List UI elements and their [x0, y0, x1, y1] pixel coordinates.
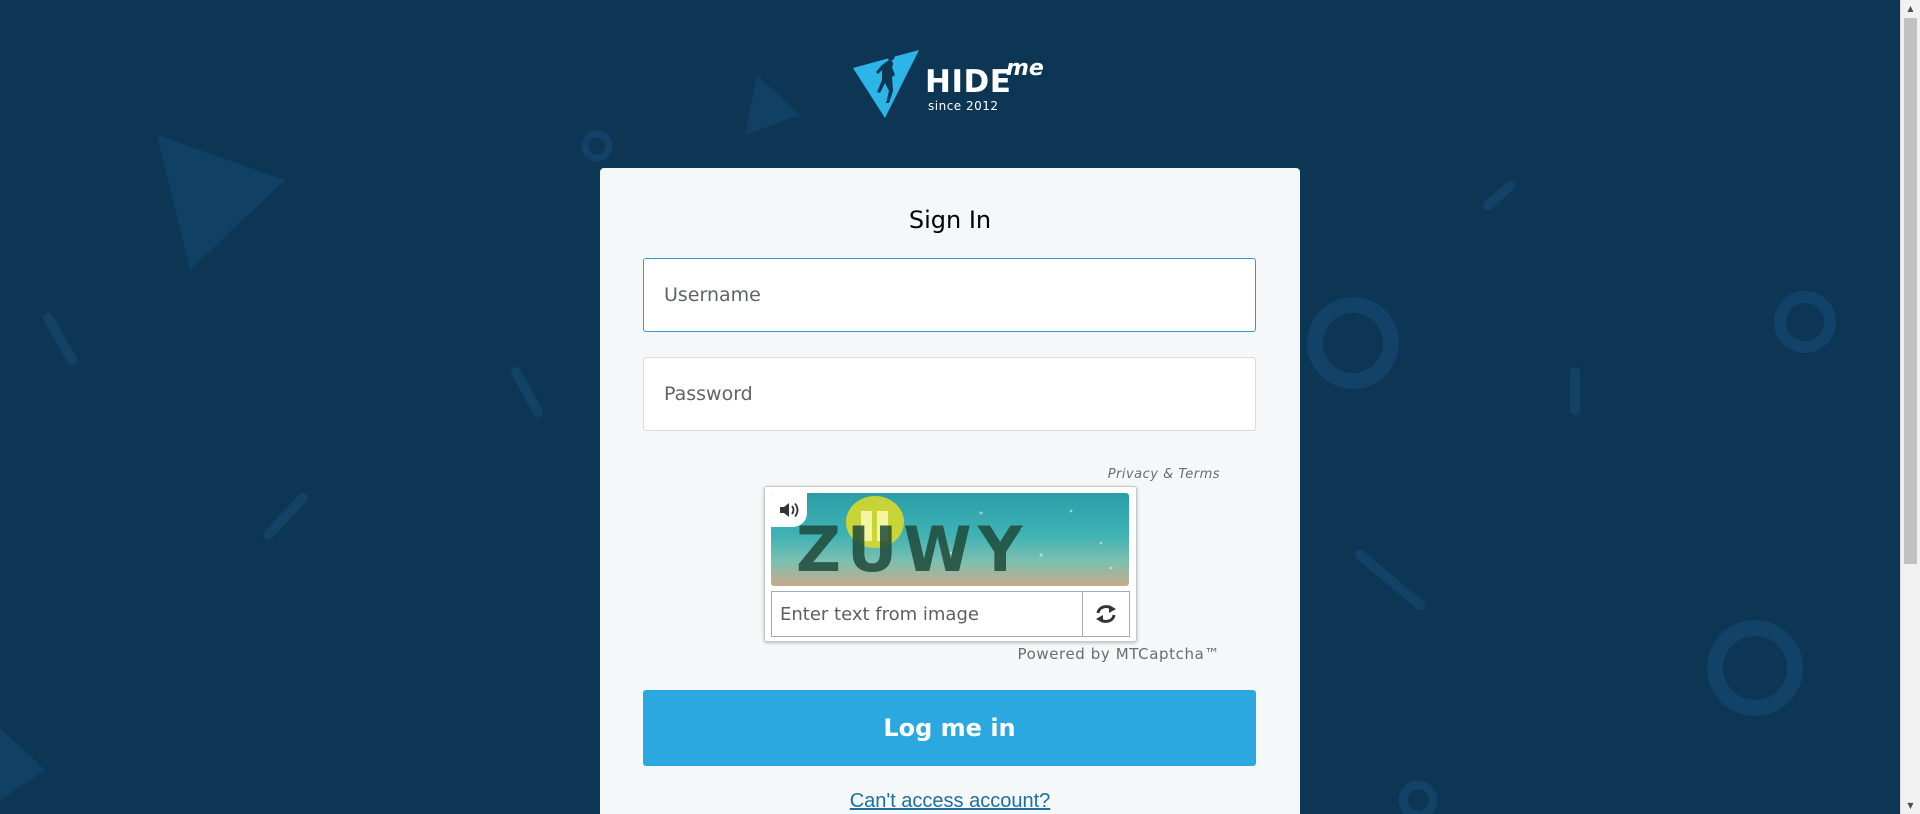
password-input[interactable]	[643, 357, 1256, 431]
logo-me-script: me	[1006, 56, 1044, 81]
scroll-down-arrow-icon[interactable]: ▼	[1901, 797, 1920, 814]
captcha-audio-button[interactable]	[771, 493, 807, 527]
cant-access-account-link[interactable]: Can't access account?	[600, 790, 1300, 813]
scroll-up-arrow-icon[interactable]: ▲	[1901, 0, 1920, 17]
speaker-icon	[780, 502, 799, 518]
page-title: Sign In	[908, 206, 992, 234]
sign-in-card: Sign In Privacy & Terms	[600, 168, 1300, 814]
logo-triangle-icon	[853, 50, 919, 118]
scroll-thumb[interactable]	[1904, 18, 1917, 564]
captcha-image: ZUWY	[771, 493, 1129, 586]
page-scrollbar[interactable]: ▲ ▼	[1900, 0, 1920, 814]
captcha-widget: ZUWY	[764, 486, 1137, 642]
hideme-logo: HIDE me since 2012	[851, 48, 1051, 122]
captcha-privacy-terms-link[interactable]: Privacy & Terms	[1010, 467, 1220, 482]
log-me-in-button[interactable]: Log me in	[643, 690, 1256, 766]
logo-tagline: since 2012	[928, 99, 999, 113]
logo-wordmark: HIDE	[925, 64, 1012, 100]
username-input[interactable]	[643, 258, 1256, 332]
captcha-text-input[interactable]	[771, 591, 1083, 637]
refresh-icon	[1096, 605, 1116, 623]
svg-text:ZUWY: ZUWY	[796, 513, 1029, 586]
captcha-refresh-button[interactable]	[1082, 591, 1130, 637]
captcha-powered-by: Powered by MTCaptcha™	[1017, 645, 1220, 663]
